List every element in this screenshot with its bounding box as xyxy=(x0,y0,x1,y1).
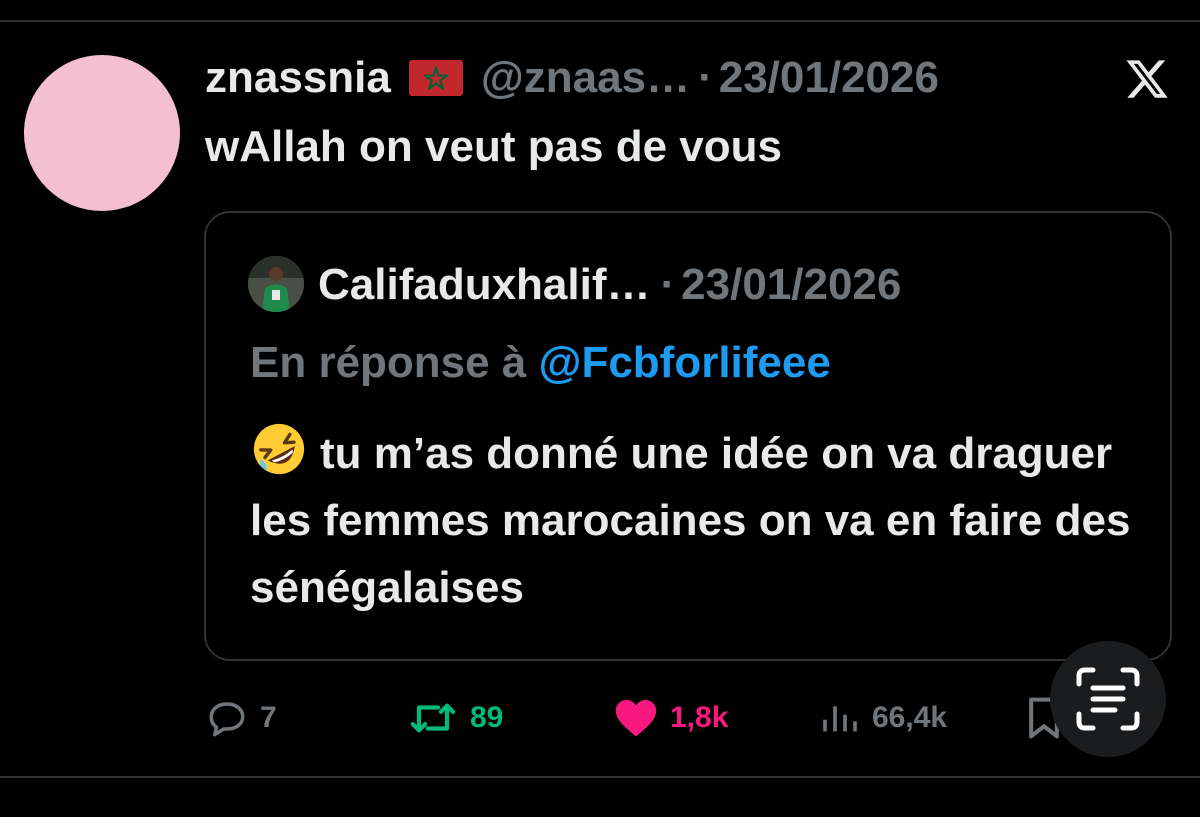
reply-count: 7 xyxy=(260,701,277,734)
reply-button[interactable]: 7 xyxy=(206,690,277,746)
tweet-date[interactable]: 23/01/2026 xyxy=(719,53,939,103)
author-display-name[interactable]: znassnia xyxy=(205,53,391,103)
views-button[interactable]: 66,4k xyxy=(820,690,947,746)
like-count: 1,8k xyxy=(670,701,729,734)
separator-dot: · xyxy=(698,53,713,102)
top-divider xyxy=(0,20,1200,22)
tweet-text: wAllah on veut pas de vous xyxy=(205,122,783,171)
bottom-divider xyxy=(0,776,1200,778)
author-handle[interactable]: @znaas… xyxy=(481,53,690,103)
reply-prefix: En réponse à xyxy=(250,338,527,387)
retweet-icon xyxy=(410,703,456,733)
reply-mention-link[interactable]: @Fcbforlifeee xyxy=(539,338,831,387)
quoted-tweet-header: Califaduxhalif… · 23/01/2026 xyxy=(318,256,901,314)
reply-icon xyxy=(209,702,245,737)
author-avatar[interactable] xyxy=(24,55,180,211)
quoted-tweet-date[interactable]: 23/01/2026 xyxy=(681,260,901,310)
x-logo-icon xyxy=(1126,60,1168,98)
tweet-header: znassnia @znaas… · 23/01/2026 xyxy=(205,50,939,106)
reply-context: En réponse à @Fcbforlifeee xyxy=(250,338,831,388)
quoted-tweet-text: tu m’as donné une idée on va draguer les… xyxy=(250,429,1131,612)
like-button[interactable]: 1,8k xyxy=(614,690,728,746)
tweet-actions-bar: 7 89 1,8k 66,4k xyxy=(0,690,1200,746)
text-scan-button[interactable] xyxy=(1050,641,1166,757)
quoted-tweet-text-block: tu m’as donné une idée on va draguer les… xyxy=(250,420,1150,621)
views-count: 66,4k xyxy=(872,701,948,734)
quoted-author-avatar[interactable] xyxy=(248,256,304,312)
retweet-count: 89 xyxy=(470,701,504,734)
rolling-on-floor-laughing-emoji xyxy=(253,423,305,475)
retweet-button[interactable]: 89 xyxy=(408,690,503,746)
morocco-flag-icon xyxy=(408,60,463,96)
quoted-author-display-name[interactable]: Califaduxhalif… xyxy=(318,260,651,310)
heart-icon xyxy=(615,700,657,737)
analytics-icon xyxy=(823,706,857,732)
separator-dot: · xyxy=(660,260,676,309)
text-scan-icon xyxy=(1076,667,1140,731)
